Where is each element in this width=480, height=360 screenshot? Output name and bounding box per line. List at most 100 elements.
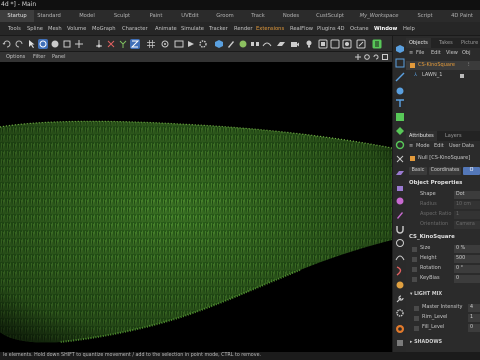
menu-mesh[interactable]: Mesh [48, 22, 62, 36]
subtab-basic[interactable]: Basic [409, 167, 427, 175]
coord-system-icon[interactable] [94, 39, 104, 49]
rotate-tool-icon[interactable] [62, 39, 72, 49]
prop-radius-field[interactable]: 10 cm [454, 201, 480, 209]
attributes-menu-icon[interactable]: ≡ [409, 142, 413, 151]
menu-window[interactable]: Window [374, 22, 397, 36]
attributes-menu-user-data[interactable]: User Data [449, 142, 474, 151]
paint-icon[interactable] [395, 280, 405, 290]
fill-level-keyframe-icon[interactable] [414, 326, 419, 331]
layout-tab-track[interactable]: Track [248, 10, 268, 22]
tab-layers[interactable]: Layers [442, 131, 465, 141]
object-row-lawn[interactable]: ⅄ LAWN_1 [406, 71, 480, 80]
rim-level-keyframe-icon[interactable] [414, 316, 419, 321]
layout-tab-uvedit[interactable]: UVEdit [178, 10, 202, 22]
rotation-keyframe-icon[interactable] [412, 267, 417, 272]
fill-level-field[interactable]: 0 [468, 324, 480, 332]
viewport-menu-options[interactable]: Options [6, 52, 25, 62]
edges-mode-icon[interactable] [395, 72, 405, 82]
size-field[interactable]: 0 % [454, 245, 480, 253]
texture-mode-icon[interactable] [395, 126, 405, 136]
tab-attributes[interactable]: Attributes [406, 131, 437, 141]
points-mode-icon[interactable] [395, 58, 405, 68]
height-field[interactable]: 500 [454, 255, 480, 263]
text-tool-icon[interactable] [395, 98, 405, 108]
check-icon[interactable] [460, 74, 464, 78]
undo-icon[interactable] [2, 39, 12, 49]
axis-z-icon[interactable] [130, 39, 140, 49]
light-mix-section[interactable]: ▾ LIGHT MIX [410, 292, 442, 297]
objects-menu-obj[interactable]: Obj [462, 49, 471, 58]
viewport-menu-panel[interactable]: Panel [52, 52, 66, 62]
rim-level-field[interactable]: 1 [468, 314, 480, 322]
octane-material-icon[interactable] [342, 39, 352, 49]
layout-tab-groom[interactable]: Groom [214, 10, 236, 22]
subdivision-icon[interactable] [238, 39, 248, 49]
axis-x-icon[interactable] [106, 39, 116, 49]
light-icon[interactable] [304, 39, 314, 49]
magnet-icon[interactable] [395, 224, 405, 234]
layout-tab-script[interactable]: Script [414, 10, 436, 22]
scale-tool-icon[interactable] [50, 39, 60, 49]
wrench-icon[interactable] [395, 294, 405, 304]
tab-takes[interactable]: Takes [436, 38, 456, 48]
height-keyframe-icon[interactable] [412, 257, 417, 262]
redo-icon[interactable] [14, 39, 24, 49]
layout-tab-model[interactable]: Model [76, 10, 98, 22]
prop-shape-dropdown[interactable]: Dot [454, 191, 480, 199]
master-intensity-keyframe-icon[interactable] [414, 306, 419, 311]
render-icon[interactable] [186, 39, 196, 49]
snap-icon[interactable] [160, 39, 170, 49]
layout-tab-sculpt[interactable]: Sculpt [110, 10, 134, 22]
viewport-menu-filter[interactable]: Filter [33, 52, 45, 62]
viewport-zoom-icon[interactable] [364, 54, 370, 60]
menu-help[interactable]: Help [403, 22, 415, 36]
shadows-section[interactable]: ▸ SHADOWS [410, 340, 442, 345]
model-mode-icon[interactable] [395, 112, 405, 122]
snapping-icon[interactable] [395, 154, 405, 164]
objects-menu-file[interactable]: File [416, 49, 424, 58]
viewport-rotate-icon[interactable] [373, 54, 379, 60]
viewport-3d[interactable] [0, 62, 392, 352]
objects-menu-edit[interactable]: Edit [431, 49, 441, 58]
menu-volume[interactable]: Volume [67, 22, 86, 36]
octane-logo-icon[interactable] [395, 324, 405, 334]
axis-y-icon[interactable] [118, 39, 128, 49]
menu-realflow[interactable]: RealFlow [290, 22, 313, 36]
octane-live-icon[interactable] [318, 39, 328, 49]
menu-plugins-4d[interactable]: Plugins 4D [317, 22, 345, 36]
layout-tab-custsculpt[interactable]: CustSculpt [312, 10, 348, 22]
render-settings-icon[interactable] [198, 39, 208, 49]
solo-icon[interactable] [395, 238, 405, 248]
size-keyframe-icon[interactable] [412, 247, 417, 252]
sculpt-icon[interactable] [395, 252, 405, 262]
subtab-coordinates[interactable]: Coordinates [429, 167, 461, 175]
select-arrow-icon[interactable] [26, 39, 36, 49]
brush-icon[interactable] [395, 210, 405, 220]
camera-icon[interactable] [290, 39, 300, 49]
options-icon[interactable] [395, 338, 405, 348]
menu-render[interactable]: Render [234, 22, 252, 36]
layout-tab-4d-paint[interactable]: 4D Paint [446, 10, 478, 22]
move-tool-icon[interactable] [38, 39, 48, 49]
make-editable-icon[interactable] [395, 44, 405, 54]
tab-objects[interactable]: Objects [406, 38, 431, 48]
octane-settings-icon[interactable] [330, 39, 340, 49]
lock-workplane-icon[interactable] [395, 182, 405, 192]
pen-icon[interactable] [226, 39, 236, 49]
workplane-icon[interactable] [395, 168, 405, 178]
menu-mograph[interactable]: MoGraph [92, 22, 116, 36]
keybias-field[interactable]: 0 [454, 275, 480, 283]
menu-simulate[interactable]: Simulate [181, 22, 204, 36]
subtab-object[interactable]: O [463, 167, 480, 175]
grid-icon[interactable] [146, 39, 156, 49]
objects-menu-file-icon[interactable]: ≡ [409, 49, 413, 58]
layout-tab-startup[interactable]: Startup [0, 10, 34, 22]
gradient-icon[interactable] [395, 196, 405, 206]
viewport-maximize-icon[interactable] [382, 54, 388, 60]
cube-icon[interactable] [214, 39, 224, 49]
polygons-mode-icon[interactable] [395, 86, 405, 96]
visibility-dots-icon[interactable]: ⁝ [468, 61, 470, 70]
menu-tools[interactable]: Tools [8, 22, 21, 36]
octane-tag-icon[interactable] [356, 39, 366, 49]
attributes-menu-edit[interactable]: Edit [434, 142, 444, 151]
